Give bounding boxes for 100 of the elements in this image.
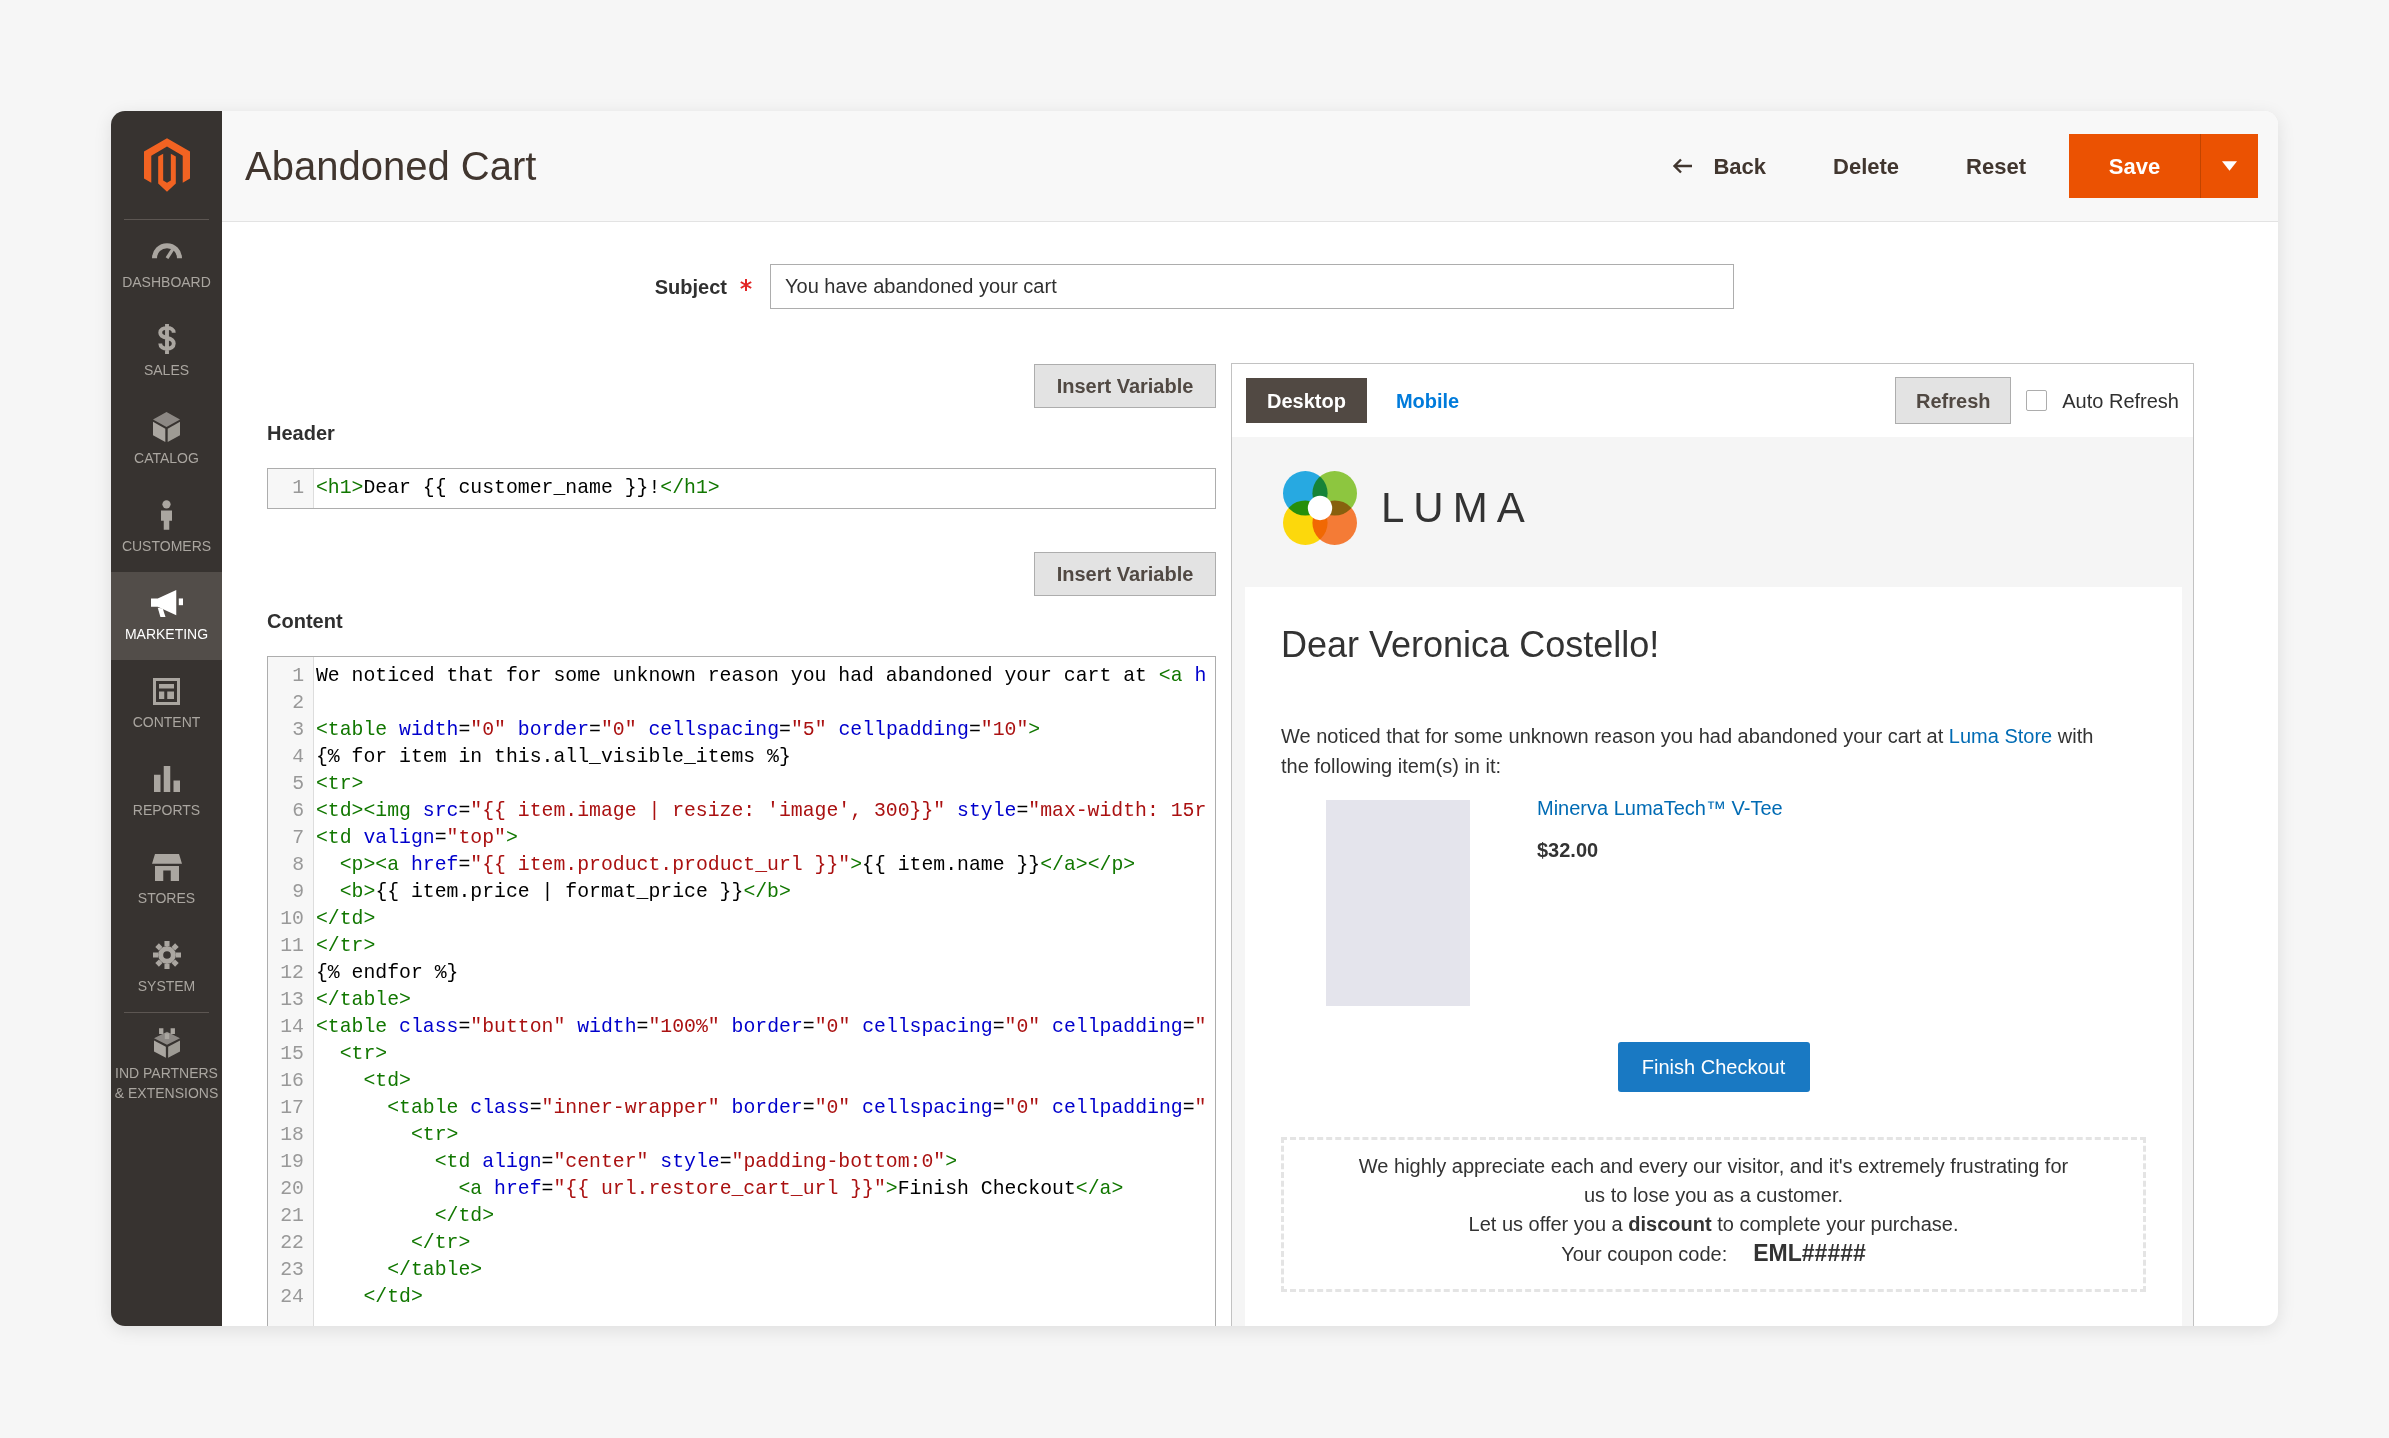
code-line: <b>{{ item.price | format_price }}</b> bbox=[339, 881, 791, 903]
arrow-left-icon bbox=[1672, 158, 1693, 174]
code-line: <tr> bbox=[339, 1043, 388, 1065]
caret-down-icon bbox=[2222, 161, 2237, 171]
code-line: <tr> bbox=[410, 1124, 459, 1146]
code-line: </tr> bbox=[410, 1232, 471, 1254]
code-line: </table> bbox=[316, 989, 411, 1011]
line-number: 18 bbox=[280, 1123, 304, 1148]
sidebar-item[interactable]: REPORTS bbox=[111, 748, 222, 836]
insert-variable-button[interactable]: Insert Variable bbox=[1034, 552, 1216, 596]
code-line: <table class="inner-wrapper" border="0" cellspacing="0" cellpadding=" bbox=[387, 1097, 1207, 1119]
email-greeting: Dear Veronica Costello! bbox=[1281, 623, 1660, 667]
line-number: 20 bbox=[280, 1177, 304, 1202]
preview-tab[interactable]: Mobile bbox=[1395, 378, 1460, 423]
field-label: Header bbox=[267, 421, 335, 445]
line-number: 19 bbox=[280, 1150, 304, 1175]
coupon-message: We highly appreciate each and every our visitor, and it's extremely frustrating for us to lose you as a customer. bbox=[1357, 1154, 2070, 1208]
code-line: </td> bbox=[316, 908, 376, 930]
preview-tab[interactable]: Desktop bbox=[1246, 378, 1367, 423]
coupon-label: Your coupon code: bbox=[1561, 1242, 1728, 1267]
store-link[interactable]: Luma Store bbox=[1948, 725, 2053, 747]
gear-icon bbox=[152, 941, 181, 969]
line-number: 15 bbox=[280, 1042, 304, 1067]
code-line: <a href="{{ url.restore_cart_url }}">Finish Checkout</a> bbox=[458, 1178, 1124, 1200]
line-number: 13 bbox=[280, 988, 304, 1013]
code-line: <tr> bbox=[316, 773, 364, 795]
sidebar-item[interactable]: CUSTOMERS bbox=[111, 484, 222, 572]
code-editor[interactable]: 1 <h1>Dear {{ customer_name }}!</h1> bbox=[267, 468, 1216, 509]
line-number: 8 bbox=[292, 853, 304, 878]
sidebar-item[interactable]: CATALOG bbox=[111, 396, 222, 484]
code-line: We noticed that for some unknown reason you had abandoned your cart at <a h bbox=[316, 665, 1207, 687]
sidebar-item[interactable]: MARKETING bbox=[111, 572, 222, 660]
insert-variable-button[interactable]: Insert Variable bbox=[1034, 364, 1216, 408]
sidebar-item[interactable]: DASHBOARD bbox=[111, 220, 222, 308]
line-number: 9 bbox=[292, 880, 304, 905]
line-number: 10 bbox=[280, 907, 304, 932]
blocks-icon bbox=[153, 1028, 180, 1058]
line-number: 17 bbox=[280, 1096, 304, 1121]
code-line: <td align="center" style="padding-bottom:0"> bbox=[434, 1151, 958, 1173]
email-paragraph: We noticed that for some unknown reason you had abandoned your cart at Luma Store with the following item(s) in it: bbox=[1281, 724, 2095, 779]
finish-checkout-button[interactable]: Finish Checkout bbox=[1617, 1042, 1810, 1092]
code-line: <td><img src="{{ item.image | resize: 'image', 300}}" style="max-width: 15r bbox=[316, 800, 1207, 822]
field-label: Subject bbox=[654, 274, 727, 300]
line-number: 1 bbox=[292, 664, 304, 689]
line-number: 14 bbox=[280, 1015, 304, 1040]
code-line: </table> bbox=[387, 1259, 483, 1281]
line-number: 6 bbox=[292, 799, 304, 824]
coupon-code: EML##### bbox=[1753, 1239, 1866, 1268]
line-number: 3 bbox=[292, 718, 304, 743]
bar-chart-icon bbox=[153, 766, 180, 792]
dollar-icon bbox=[157, 324, 176, 354]
storefront-icon bbox=[151, 853, 182, 881]
discount-offer: Let us offer you a discount to complete your purchase. bbox=[1468, 1212, 1959, 1237]
line-number: 23 bbox=[280, 1258, 304, 1283]
megaphone-icon bbox=[150, 589, 183, 617]
code-line: </td> bbox=[363, 1286, 423, 1308]
code-line: {% for item in this.all_visible_items %} bbox=[316, 746, 791, 768]
code-editor[interactable] bbox=[267, 656, 1216, 1326]
code-line: <p><a href="{{ item.product.product_url }}">{{ item.name }}</a></p> bbox=[339, 854, 1136, 876]
line-number: 4 bbox=[292, 745, 304, 770]
hexagon-logo-icon[interactable] bbox=[143, 138, 190, 192]
line-number: 7 bbox=[292, 826, 304, 851]
product-price: $32.00 bbox=[1537, 838, 1599, 863]
code-line: {% endfor %} bbox=[316, 962, 459, 984]
sidebar-item[interactable]: IND PARTNERS & EXTENSIONS bbox=[111, 1013, 222, 1103]
line-number: 5 bbox=[292, 772, 304, 797]
checkbox-label[interactable]: Auto Refresh bbox=[2062, 385, 2179, 416]
line-number: 11 bbox=[280, 934, 304, 959]
line-number: 16 bbox=[280, 1069, 304, 1094]
code-line: </td> bbox=[434, 1205, 495, 1227]
subject-input[interactable]: You have abandoned your cart bbox=[770, 264, 1734, 309]
refresh-button[interactable]: Refresh bbox=[1895, 377, 2012, 424]
code-line: <td valign="top"> bbox=[316, 827, 518, 849]
brand-name: LUMA bbox=[1381, 486, 1534, 529]
reset-button[interactable]: Reset bbox=[1954, 142, 2038, 190]
save-button[interactable]: Save bbox=[2069, 134, 2200, 198]
sidebar-item[interactable]: STORES bbox=[111, 836, 222, 924]
line-number: 24 bbox=[280, 1285, 304, 1310]
gauge-icon bbox=[151, 243, 182, 259]
delete-button[interactable]: Delete bbox=[1821, 142, 1912, 190]
sidebar-item[interactable]: CONTENT bbox=[111, 660, 222, 748]
field-label: Content bbox=[267, 609, 343, 633]
page-title: Abandoned Cart bbox=[245, 143, 537, 190]
back-button[interactable]: Back bbox=[1660, 142, 1779, 190]
circles-logo-icon bbox=[1283, 470, 1357, 545]
sidebar-item[interactable]: SYSTEM bbox=[111, 924, 222, 1012]
code-line: <h1>Dear {{ customer_name }}!</h1> bbox=[316, 477, 720, 499]
code-line: </tr> bbox=[316, 935, 376, 957]
cube-icon bbox=[153, 412, 180, 442]
code-line: <table width="0" border="0" cellspacing="5" cellpadding="10"> bbox=[316, 719, 1041, 741]
line-number: 12 bbox=[280, 961, 304, 986]
layout-icon bbox=[153, 677, 180, 705]
product-link[interactable]: Minerva LumaTech™ V-Tee bbox=[1537, 793, 1783, 823]
code-line: <td> bbox=[363, 1070, 411, 1092]
person-icon bbox=[161, 500, 172, 530]
line-number: 1 bbox=[292, 476, 304, 501]
sidebar-item[interactable]: SALES bbox=[111, 308, 222, 396]
line-number: 21 bbox=[280, 1204, 304, 1229]
code-line: <table class="button" width="100%" border="0" cellspacing="0" cellpadding=" bbox=[316, 1016, 1207, 1038]
auto-refresh-checkbox[interactable] bbox=[2026, 390, 2048, 411]
